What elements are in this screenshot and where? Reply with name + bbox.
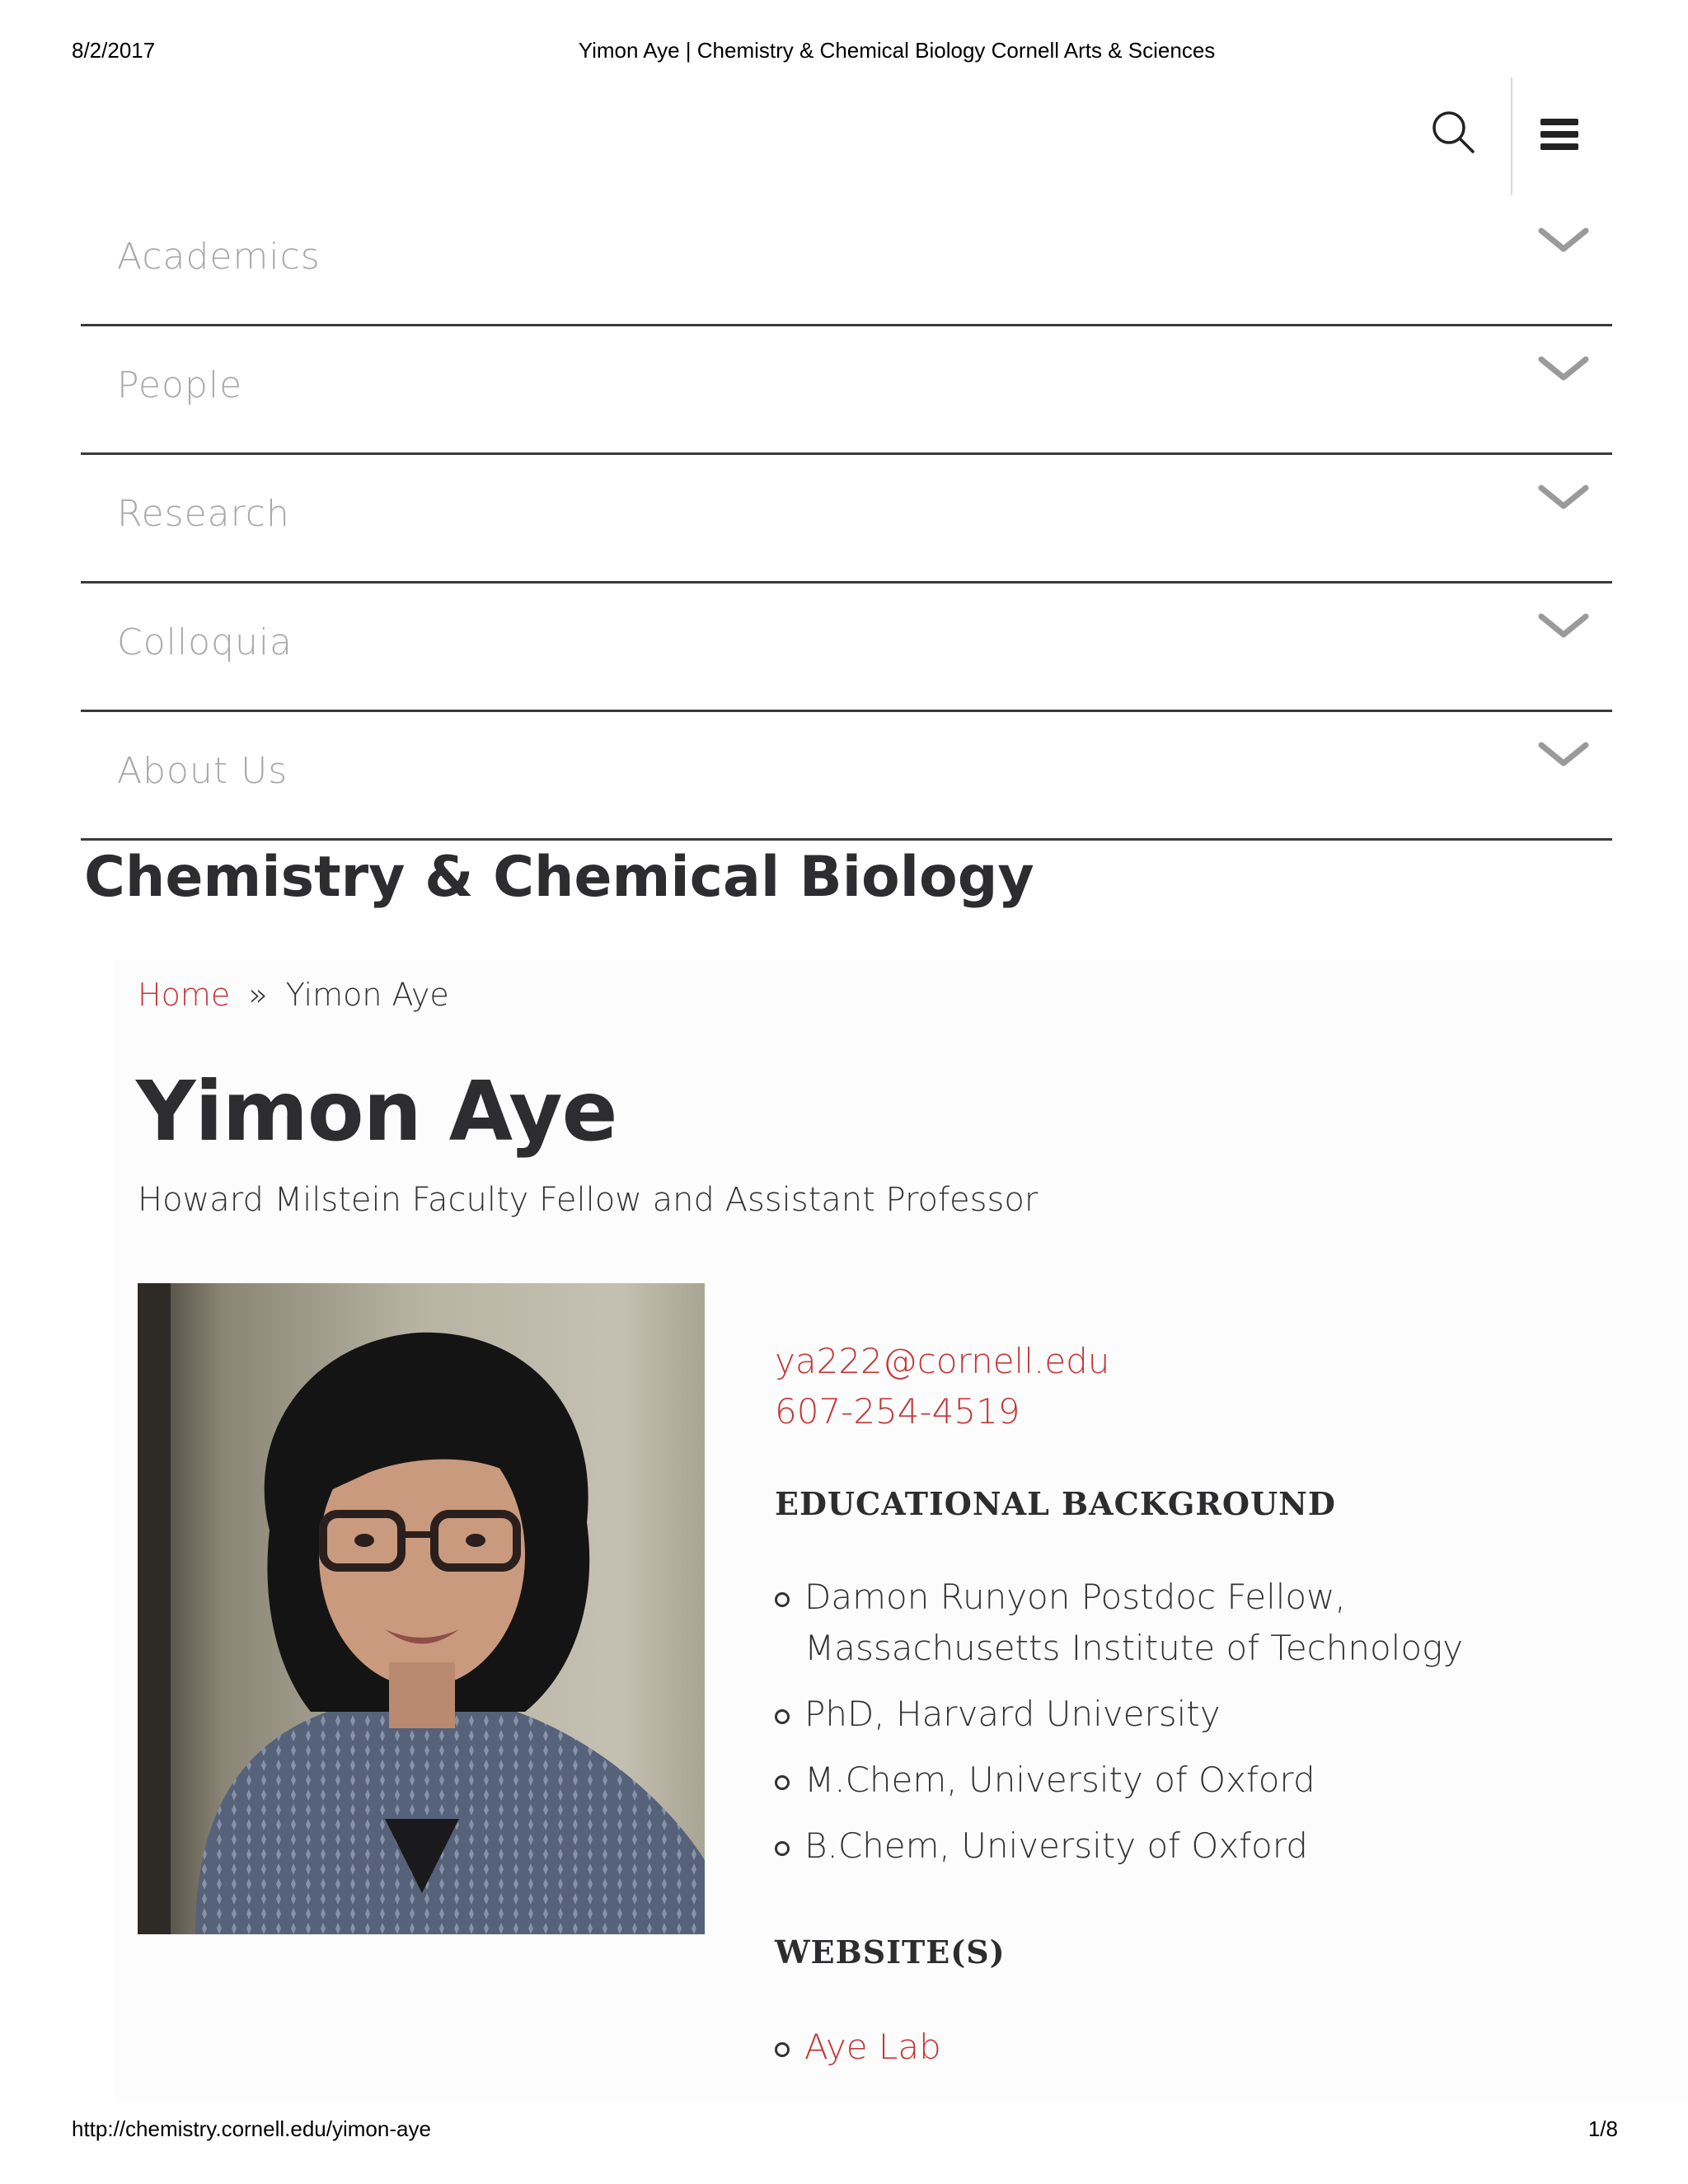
nav-item-academics[interactable]: Academics xyxy=(81,198,1612,326)
nav-item-label: Academics xyxy=(117,236,321,278)
phone-link[interactable]: 607-254-4519 xyxy=(775,1391,1020,1432)
chevron-down-icon xyxy=(1538,613,1589,638)
list-item: M.Chem, University of Oxford xyxy=(775,1755,1484,1806)
print-footer: http://chemistry.cornell.edu/yimon-aye 1… xyxy=(0,2116,1688,2149)
breadcrumb: Home » Yimon Aye xyxy=(138,977,449,1013)
list-item: B.Chem, University of Oxford xyxy=(775,1821,1484,1872)
website-link[interactable]: Aye Lab xyxy=(804,2027,941,2067)
chevron-down-icon xyxy=(1538,227,1589,252)
toolbar-divider xyxy=(1511,77,1512,195)
email-link[interactable]: ya222@cornell.edu xyxy=(775,1341,1109,1381)
nav-item-label: People xyxy=(117,364,243,406)
print-url: http://chemistry.cornell.edu/yimon-aye xyxy=(72,2116,431,2141)
breadcrumb-home-link[interactable]: Home xyxy=(138,977,230,1013)
nav-item-label: Colloquia xyxy=(117,621,293,663)
hamburger-icon xyxy=(1540,119,1578,150)
nav-item-research[interactable]: Research xyxy=(81,455,1612,583)
breadcrumb-current: Yimon Aye xyxy=(285,977,449,1013)
list-item: Damon Runyon Postdoc Fellow, Massachuset… xyxy=(775,1572,1484,1674)
education-list: Damon Runyon Postdoc Fellow, Massachuset… xyxy=(775,1572,1484,1886)
list-item: Aye Lab xyxy=(775,2022,941,2073)
chevron-down-icon xyxy=(1538,356,1589,381)
department-title[interactable]: Chemistry & Chemical Biology xyxy=(84,845,1034,910)
list-item: PhD, Harvard University xyxy=(775,1689,1484,1740)
nav-item-people[interactable]: People xyxy=(81,326,1612,455)
portrait-image xyxy=(138,1283,705,1934)
websites-heading: WEBSITE(S) xyxy=(775,1933,1006,1971)
page-title: Yimon Aye xyxy=(136,1063,617,1160)
print-header: 8/2/2017 Yimon Aye | Chemistry & Chemica… xyxy=(0,38,1688,71)
top-bar xyxy=(81,77,1612,198)
chevron-down-icon xyxy=(1538,742,1589,766)
nav-item-label: Research xyxy=(117,493,290,535)
print-title: Yimon Aye | Chemistry & Chemical Biology… xyxy=(578,38,1216,63)
breadcrumb-separator: » xyxy=(248,977,268,1013)
nav-item-colloquia[interactable]: Colloquia xyxy=(81,583,1612,712)
search-button[interactable] xyxy=(1428,107,1478,157)
education-heading: EDUCATIONAL BACKGROUND xyxy=(775,1485,1336,1522)
websites-list: Aye Lab xyxy=(775,2022,941,2073)
print-page-number: 1/8 xyxy=(1587,2116,1618,2141)
main-nav: Academics People Research Colloquia Abou… xyxy=(81,198,1612,841)
menu-button[interactable] xyxy=(1540,119,1578,152)
nav-item-label: About Us xyxy=(117,750,288,792)
chevron-down-icon xyxy=(1538,485,1589,509)
search-icon xyxy=(1432,111,1475,153)
nav-item-about-us[interactable]: About Us xyxy=(81,712,1612,841)
profile-photo xyxy=(138,1283,705,1934)
person-position: Howard Milstein Faculty Fellow and Assis… xyxy=(138,1181,1039,1219)
